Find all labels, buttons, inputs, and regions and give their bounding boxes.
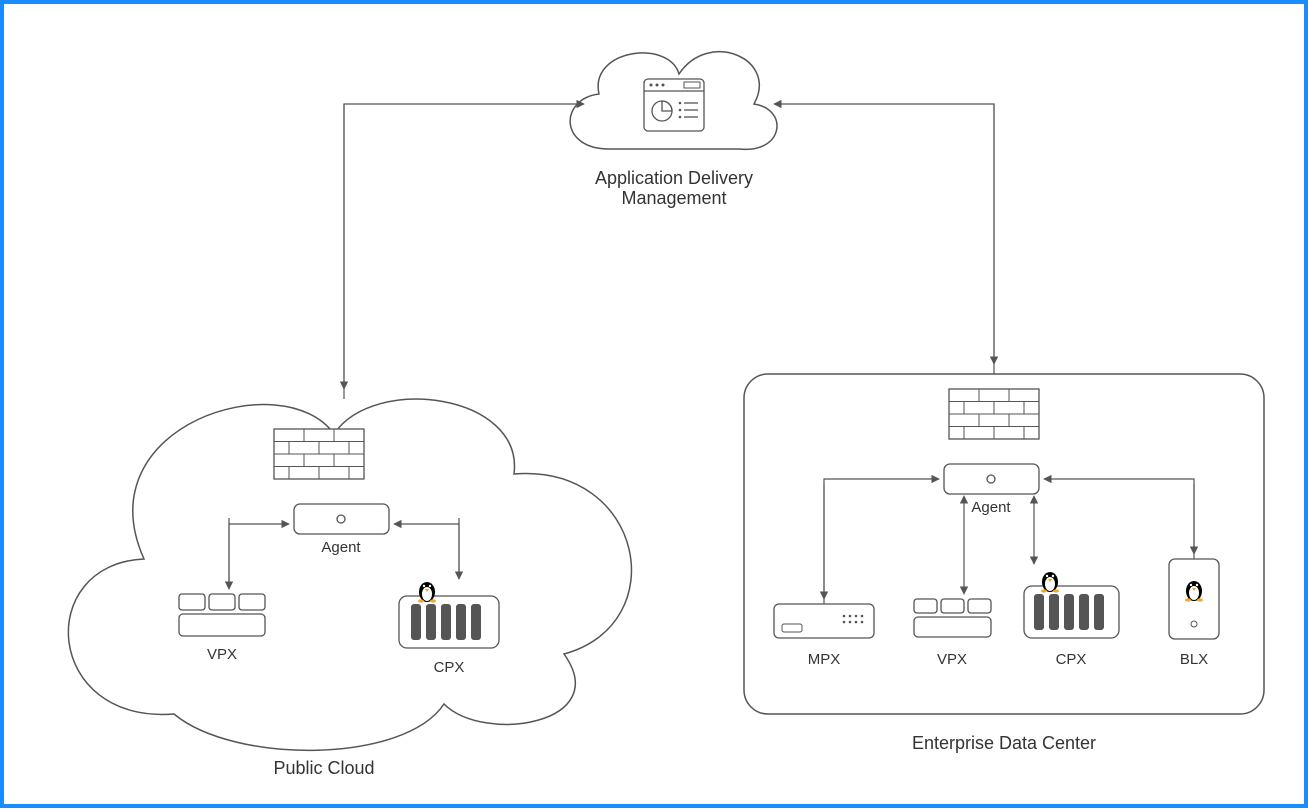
- public-cloud: Agent VPX: [68, 399, 631, 750]
- firewall-icon-right: [949, 389, 1039, 439]
- cpx-label-right: CPX: [1056, 651, 1087, 668]
- arrow-publiccloud-to-adm: [344, 104, 584, 399]
- cpx-label-left: CPX: [434, 659, 465, 676]
- mpx-label: MPX: [808, 651, 841, 668]
- public-cloud-label: Public Cloud: [273, 758, 374, 778]
- blx-icon: [1169, 559, 1219, 639]
- adm-console-icon: [644, 79, 704, 131]
- arrow-datacenter-to-adm: [774, 104, 994, 374]
- vpx-label-left: VPX: [207, 646, 237, 663]
- architecture-diagram: Application Delivery Management: [4, 4, 1304, 804]
- enterprise-dc-label: Enterprise Data Center: [912, 733, 1096, 753]
- mpx-icon: [774, 604, 874, 638]
- diagram-frame: Application Delivery Management: [0, 0, 1308, 808]
- vpx-icon-left: [179, 594, 265, 636]
- agent-box-left: [294, 504, 389, 534]
- adm-cloud: [570, 52, 777, 150]
- adm-title-line2: Management: [621, 188, 726, 208]
- firewall-icon: [274, 429, 364, 479]
- adm-title-line1: Application Delivery: [595, 168, 753, 188]
- agent-label-left: Agent: [321, 539, 361, 556]
- enterprise-data-center: Agent MPX VPX: [744, 374, 1264, 714]
- vpx-icon-right: [914, 599, 991, 637]
- blx-label: BLX: [1180, 651, 1208, 668]
- agent-box-right: [944, 464, 1039, 494]
- vpx-label-right: VPX: [937, 651, 967, 668]
- agent-label-right: Agent: [971, 499, 1011, 516]
